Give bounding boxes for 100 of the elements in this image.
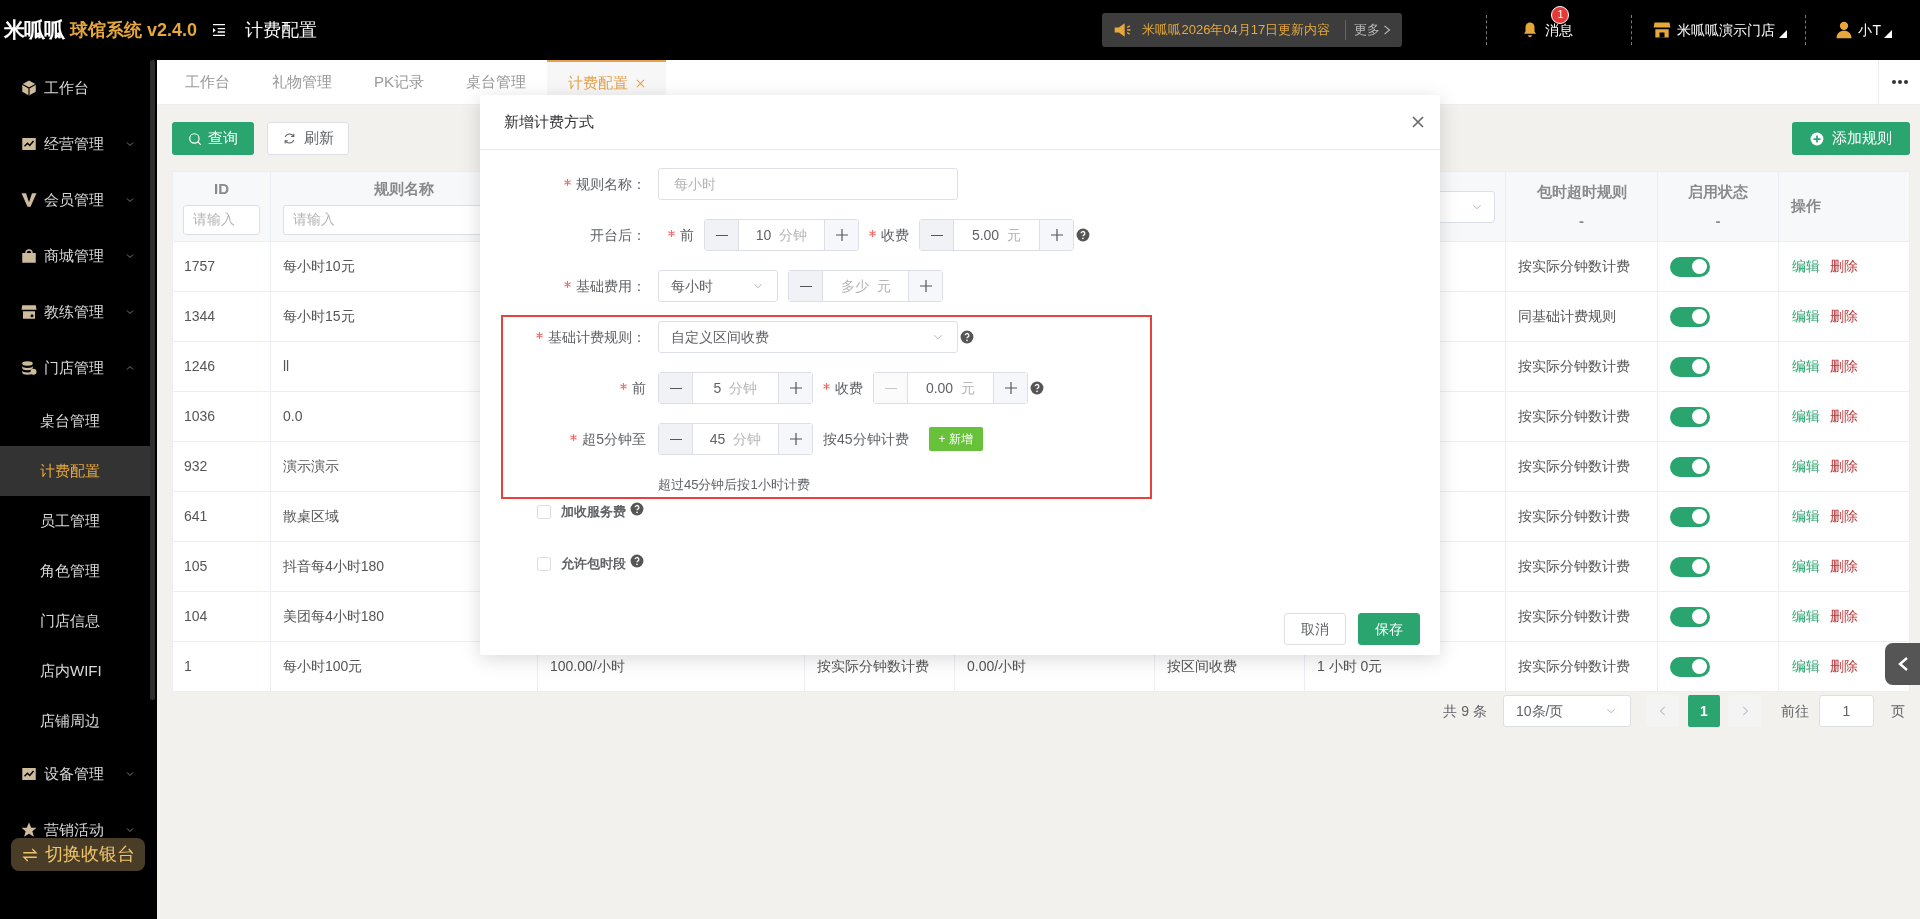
page-size-select[interactable]: 10条/页 (1503, 695, 1631, 727)
checkbox[interactable] (537, 556, 551, 571)
toggle-switch[interactable] (1670, 256, 1710, 277)
table-cell: 按实际分钟数计费 (1506, 442, 1658, 492)
star-icon (20, 821, 38, 839)
toggle-switch[interactable] (1670, 606, 1710, 627)
number-stepper[interactable]: 10 分钟 (704, 219, 859, 251)
sidebar-subitem[interactable]: 店内WIFI (0, 646, 150, 696)
toggle-switch[interactable] (1670, 306, 1710, 327)
sidebar-subitem[interactable]: 店铺周边 (0, 696, 150, 746)
number-stepper[interactable]: 5.00 元 (919, 219, 1074, 251)
toggle-switch[interactable] (1670, 456, 1710, 477)
select-field[interactable]: 每小时 (658, 270, 778, 302)
sidebar-subitem[interactable]: 计费配置 (0, 446, 150, 496)
stepper-value[interactable]: 5.00 (971, 224, 1000, 246)
number-stepper[interactable]: 45 分钟 (658, 423, 813, 455)
sidebar-item[interactable]: 教练管理 (0, 300, 150, 324)
delete-link[interactable]: 删除 (1830, 556, 1858, 577)
edit-link[interactable]: 编辑 (1792, 556, 1820, 577)
plus-button[interactable] (908, 271, 942, 301)
edit-link[interactable]: 编辑 (1792, 506, 1820, 527)
page-input[interactable]: 1 (1819, 695, 1874, 727)
column-header: 操作 (1791, 196, 1822, 217)
delete-link[interactable]: 删除 (1830, 656, 1858, 677)
help-icon[interactable] (960, 330, 974, 344)
stepper-value[interactable]: 45 (709, 428, 726, 450)
store-name[interactable]: 米呱呱演示门店 (1677, 19, 1776, 41)
sidebar-subitem[interactable]: 桌台管理 (0, 396, 150, 446)
more-icon[interactable] (1891, 80, 1908, 84)
select-field[interactable]: 自定义区间收费 (658, 321, 958, 353)
edit-link[interactable]: 编辑 (1792, 456, 1820, 477)
field-label: 收费 (835, 378, 863, 398)
caret-icon (1779, 30, 1788, 38)
refresh-button[interactable]: 刷新 (267, 122, 349, 155)
stepper-value[interactable]: 10 (755, 224, 772, 246)
sidebar-subitem[interactable]: 员工管理 (0, 496, 150, 546)
toggle-switch[interactable] (1670, 356, 1710, 377)
delete-link[interactable]: 删除 (1830, 506, 1858, 527)
column-header: ID (213, 179, 230, 200)
sidebar-item[interactable]: 经营管理 (0, 132, 150, 156)
toggle-switch[interactable] (1670, 556, 1710, 577)
unit-label: 分钟 (733, 429, 762, 449)
column-header: 启用状态 (1688, 182, 1748, 202)
toggle-switch[interactable] (1670, 656, 1710, 677)
cancel-button[interactable]: 取消 (1284, 613, 1346, 645)
stepper-value[interactable]: 5 (713, 377, 722, 399)
sidebar-item[interactable]: 设备管理 (0, 762, 150, 786)
notice-bar[interactable]: 米呱呱2026年04月17日更新内容 更多 (1102, 13, 1403, 47)
checkbox-label: 加收服务费 (561, 502, 626, 521)
help-icon[interactable] (1030, 381, 1044, 395)
more-link[interactable]: 更多 (1354, 20, 1381, 40)
number-stepper[interactable]: 5 分钟 (658, 372, 813, 404)
delete-link[interactable]: 删除 (1830, 456, 1858, 477)
table-cell: 1757 (173, 242, 271, 292)
edit-link[interactable]: 编辑 (1792, 606, 1820, 627)
checkbox[interactable] (537, 504, 551, 519)
page-suffix: 页 (1891, 701, 1905, 721)
help-icon[interactable] (630, 553, 644, 568)
switch-register-button[interactable]: 切换收银台 (11, 838, 145, 871)
sidebar-item[interactable]: 工作台 (0, 76, 150, 100)
field-label: 前 (632, 378, 646, 398)
edit-link[interactable]: 编辑 (1792, 256, 1820, 277)
delete-link[interactable]: 删除 (1830, 256, 1858, 277)
delete-link[interactable]: 删除 (1830, 356, 1858, 377)
user-name[interactable]: 小T (1858, 19, 1881, 41)
sidebar-subitem[interactable]: 门店信息 (0, 596, 150, 646)
field-label: 前 (680, 225, 694, 245)
plus-button[interactable] (778, 373, 812, 403)
delete-link[interactable]: 删除 (1830, 606, 1858, 627)
store-icon (20, 303, 38, 321)
plus-button[interactable] (778, 424, 812, 454)
plus-button[interactable] (824, 220, 858, 250)
sidebar-subitem[interactable]: 角色管理 (0, 546, 150, 596)
side-drawer-tab[interactable] (1885, 643, 1920, 685)
table-cell: 641 (173, 492, 271, 542)
sidebar-item[interactable]: 门店管理 (0, 356, 150, 380)
number-stepper[interactable]: 0.00 元 (873, 372, 1028, 404)
plus-circle-icon (1810, 131, 1824, 146)
total-count: 共 9 条 (1443, 701, 1487, 721)
help-icon[interactable] (1076, 228, 1090, 242)
sidebar-item[interactable]: 会员管理 (0, 188, 150, 212)
edit-link[interactable]: 编辑 (1792, 306, 1820, 327)
search-icon (188, 131, 202, 146)
edit-link[interactable]: 编辑 (1792, 656, 1820, 677)
unit-label: 元 (961, 378, 976, 398)
edit-link[interactable]: 编辑 (1792, 406, 1820, 427)
toggle-switch[interactable] (1670, 406, 1710, 427)
notice-text: 米呱呱2026年04月17日更新内容 (1142, 21, 1332, 40)
close-icon[interactable] (1412, 116, 1424, 128)
chart-icon (20, 765, 38, 783)
sidebar-item[interactable]: 商城管理 (0, 244, 150, 268)
table-cell: 按实际分钟数计费 (1506, 592, 1658, 642)
delete-link[interactable]: 删除 (1830, 406, 1858, 427)
help-icon[interactable] (630, 501, 644, 516)
delete-link[interactable]: 删除 (1830, 306, 1858, 327)
plus-icon (835, 229, 848, 241)
field-label: 基础计费规则： (548, 327, 646, 347)
stepper-value[interactable]: 0.00 (925, 377, 954, 399)
edit-link[interactable]: 编辑 (1792, 356, 1820, 377)
toggle-switch[interactable] (1670, 506, 1710, 527)
